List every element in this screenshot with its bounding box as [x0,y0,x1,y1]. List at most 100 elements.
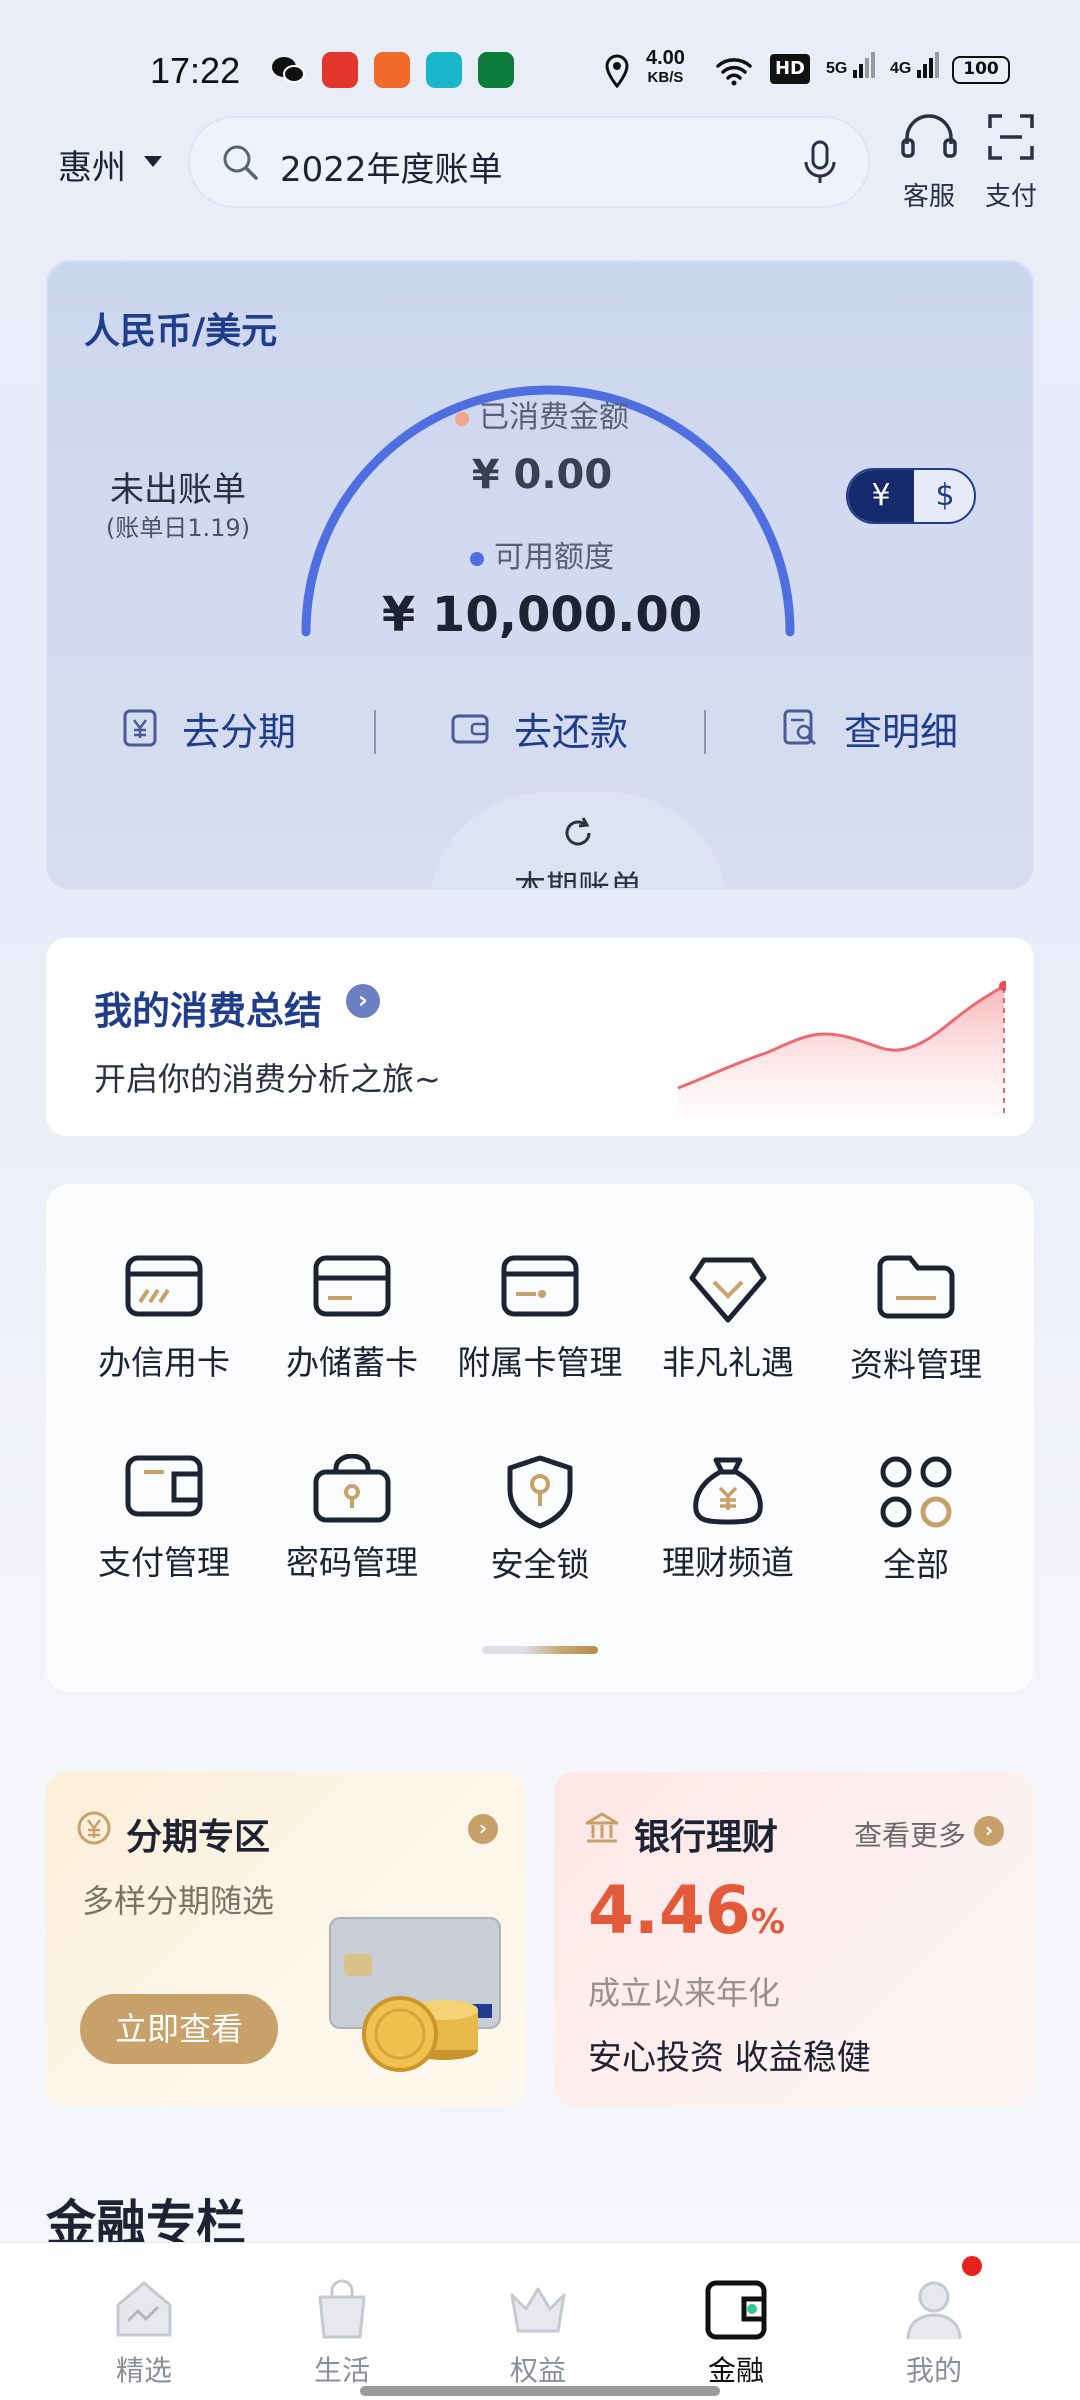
rate-description: 成立以来年化 [588,1974,781,2012]
installment-action[interactable]: 去分期 [122,698,296,758]
search-bar[interactable]: 2022年度账单 [188,116,870,208]
nav-item-life[interactable]: 生活 [282,2277,402,2389]
details-action[interactable]: 查明细 [782,698,958,758]
grid-item-security-lock[interactable]: 安全锁 [446,1454,634,1586]
city-selector[interactable]: 惠州 [58,140,126,189]
chevron-right-icon[interactable]: › [974,1816,1004,1846]
grid-icon [880,1456,952,1528]
toggle-usd[interactable]: $ [914,470,974,522]
divider [704,710,706,754]
status-time: 17:22 [150,50,241,91]
headset-icon [901,114,957,158]
credit-card-panel: 人民币/美元 未出账单 (账单日1.19) 已消费金额 ¥ 0.00 可用额度 … [46,260,1034,890]
installment-title: 分期专区 [126,1817,271,1858]
supplementary-card-icon [501,1255,579,1317]
grid-item-supplementary-card[interactable]: 附属卡管理 [446,1254,634,1384]
folder-icon [877,1255,955,1319]
spending-summary-card[interactable]: 我的消费总结 › 开启你的消费分析之旅~ [46,938,1034,1136]
refresh-icon [565,817,591,846]
pay-button[interactable]: 支付 [976,112,1046,212]
spent-value: ¥ 0.00 [471,452,613,498]
grid-item-all[interactable]: 全部 [822,1454,1010,1586]
caret-down-icon[interactable] [144,156,162,167]
grid-label: 全部 [883,1545,949,1584]
microphone-icon[interactable] [802,140,838,190]
grid-label: 密码管理 [286,1543,418,1582]
grid-label: 支付管理 [98,1543,230,1582]
document-search-icon [783,709,817,746]
wechat-icon [270,52,306,88]
scan-icon [988,114,1034,160]
debit-card-icon [313,1255,391,1317]
bank-icon [584,1810,620,1850]
customer-service-button[interactable]: 客服 [894,112,964,212]
grid-item-payment-management[interactable]: 支付管理 [70,1454,258,1584]
nav-item-finance[interactable]: 金融 [676,2277,796,2389]
notification-badge [962,2256,982,2276]
crown-icon [510,2287,566,2333]
location-icon [604,54,630,92]
current-bill-label: 本期账单 [513,868,642,890]
lock-icon [313,1454,391,1523]
available-dot [470,551,484,566]
grid-label: 资料管理 [850,1345,982,1384]
app-icon-red [322,52,358,88]
spent-label: 已消费金额 [342,392,742,436]
yuan-circle-icon [76,1810,112,1850]
app-icon-green [478,52,514,88]
grid-label: 附属卡管理 [457,1343,623,1382]
card-coins-illustration [326,1914,506,2078]
spending-summary-title: 我的消费总结 [94,989,323,1033]
credit-card-icon [125,1255,203,1317]
grid-item-debit-card[interactable]: 办储蓄卡 [258,1254,446,1384]
grid-label: 理财频道 [662,1543,794,1582]
signal-4g: 4G [890,52,940,78]
nav-item-mine[interactable]: 我的 [874,2277,994,2389]
wallet-small-icon [451,714,489,744]
hd-badge: HD [770,54,810,84]
current-bill-tab[interactable]: 本期账单 [428,792,728,890]
grid-item-profile-management[interactable]: 资料管理 [822,1254,1010,1386]
wallet-icon [125,1455,203,1517]
bottom-nav: 精选 生活 权益 金融 我的 [0,2242,1080,2400]
installment-label: 去分期 [182,709,297,754]
available-value: ¥ 10,000.00 [381,587,703,643]
nav-label: 生活 [313,2354,370,2387]
search-input[interactable]: 2022年度账单 [280,142,503,191]
nav-item-rights[interactable]: 权益 [478,2277,598,2389]
bank-wealth-card[interactable]: 银行理财 查看更多 › 4.46% 成立以来年化 安心投资 收益稳健 [554,1772,1034,2106]
grid-item-wealth-channel[interactable]: 理财频道 [634,1454,822,1584]
home-indicator[interactable] [360,2386,720,2396]
grid-item-credit-card[interactable]: 办信用卡 [70,1254,258,1384]
customer-service-label: 客服 [902,182,955,212]
signal-5g: 5G [826,52,876,78]
nav-label: 权益 [509,2354,566,2387]
annualized-rate: 4.46% [588,1872,785,1949]
available-label: 可用额度 [342,532,742,576]
grid-item-password-management[interactable]: 密码管理 [258,1454,446,1584]
bill-day: (账单日1.19) [105,514,251,542]
installment-subtitle: 多样分期随选 [82,1882,275,1920]
see-more-link[interactable]: 查看更多 [854,1814,966,1854]
repay-action[interactable]: 去还款 [450,698,628,758]
spending-summary-subtitle: 开启你的消费分析之旅~ [94,1060,441,1098]
toggle-cny[interactable]: ¥ [848,470,914,522]
chevron-right-icon[interactable]: › [346,984,380,1018]
nav-item-featured[interactable]: 精选 [84,2277,204,2389]
search-icon [220,142,260,186]
installment-zone-card[interactable]: 分期专区 › 多样分期随选 立即查看 [46,1772,526,2106]
details-label: 查明细 [844,709,959,754]
grid-label: 安全锁 [490,1545,590,1584]
view-now-button[interactable]: 立即查看 [80,1994,278,2064]
grid-label: 非凡礼遇 [662,1343,794,1382]
grid-label: 办储蓄卡 [286,1343,418,1382]
service-grid: 办信用卡 办储蓄卡 附属卡管理 非凡礼遇 资料管理 支付管理 密码管理 安全锁 … [46,1184,1034,1692]
currency-toggle[interactable]: ¥ $ [846,468,976,524]
shopping-bag-icon [318,2279,366,2339]
wealth-slogan: 安心投资 收益稳健 [588,2038,871,2078]
chevron-right-icon[interactable]: › [468,1814,498,1844]
yuan-card-icon [123,709,157,747]
money-bag-icon [693,1457,763,1525]
grid-item-privileges[interactable]: 非凡礼遇 [634,1254,822,1384]
status-bar: 17:22 4.00 KB/S HD 5G 4G 100 [0,0,1080,130]
